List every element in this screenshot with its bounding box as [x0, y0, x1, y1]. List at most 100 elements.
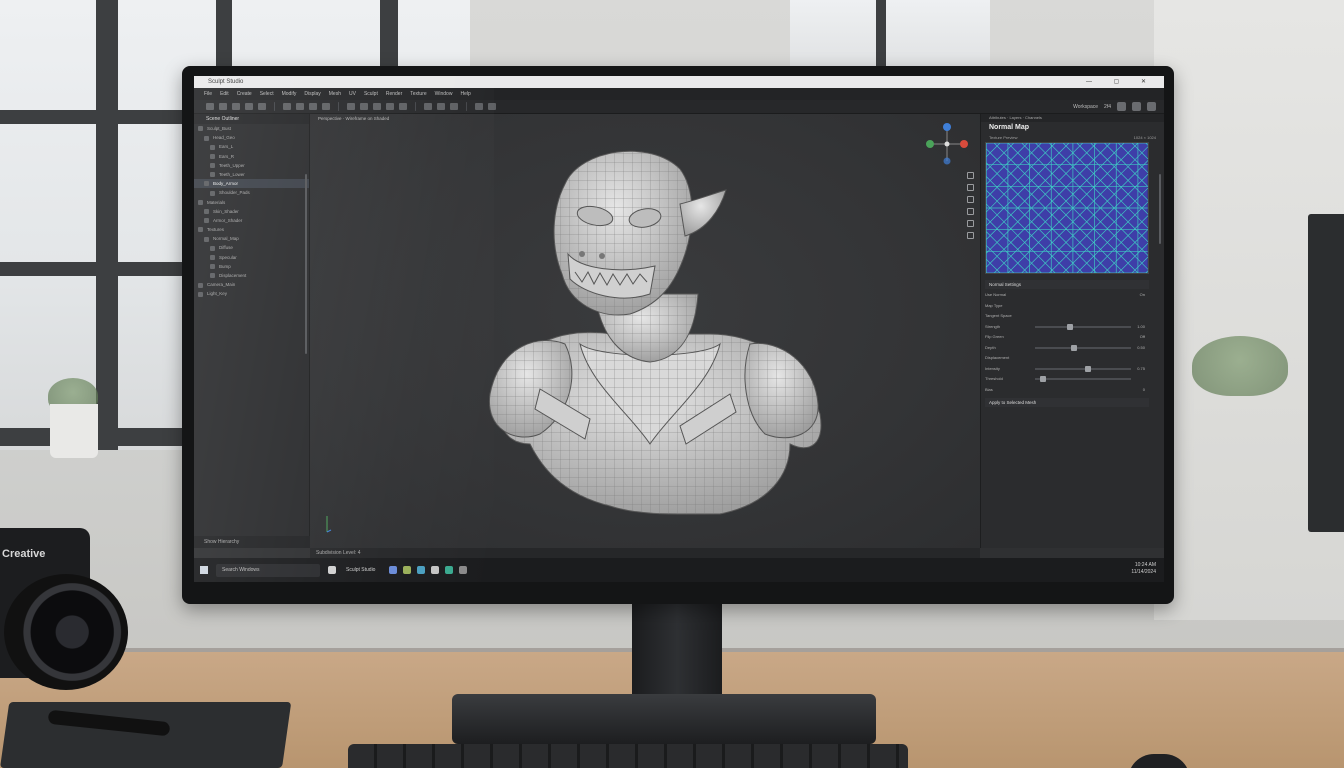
outliner-item[interactable]: Diffuse — [194, 243, 309, 252]
menu-item-select[interactable]: Select — [260, 88, 274, 100]
3d-viewport[interactable]: Perspective · Wireframe on Shaded — [310, 114, 980, 548]
normal-settings-section[interactable]: Normal Settings — [985, 280, 1149, 289]
outliner-item[interactable]: Materials — [194, 198, 309, 207]
properties-scrollbar[interactable] — [1159, 174, 1161, 244]
normal-map-preview[interactable] — [985, 142, 1149, 274]
new-icon[interactable] — [206, 103, 214, 110]
outliner-item[interactable]: Camera_Main — [194, 280, 309, 289]
property-value[interactable]: 1.00 — [1137, 322, 1145, 331]
zoom-icon[interactable] — [967, 172, 974, 179]
apply-button[interactable]: Apply to Selected Mesh — [985, 398, 1149, 407]
inflate-icon[interactable] — [373, 103, 381, 110]
slider-handle[interactable] — [1071, 344, 1077, 351]
orbit-icon[interactable] — [967, 184, 974, 191]
brush-icon[interactable] — [347, 103, 355, 110]
start-icon[interactable] — [200, 566, 208, 574]
save-icon[interactable] — [232, 103, 240, 110]
sculpt-bust-model[interactable] — [470, 144, 830, 524]
outliner-footer[interactable]: Show Hierarchy — [194, 536, 310, 548]
property-row[interactable]: Flip Green Off — [985, 332, 1149, 341]
app-files-icon[interactable] — [403, 566, 412, 574]
redo-icon[interactable] — [258, 103, 266, 110]
outliner-item[interactable]: Textures — [194, 225, 309, 234]
outliner-item[interactable]: Skin_Shader — [194, 207, 309, 216]
outliner-item[interactable]: Head_Geo — [194, 133, 309, 142]
outliner-item[interactable]: Sculpt_Bust — [194, 124, 309, 133]
render-icon[interactable] — [475, 103, 483, 110]
workspace-label[interactable]: Workspace — [1073, 104, 1098, 110]
scale-icon[interactable] — [322, 103, 330, 110]
menu-item-uv[interactable]: UV — [349, 88, 356, 100]
menu-item-modify[interactable]: Modify — [282, 88, 297, 100]
clay-icon[interactable] — [399, 103, 407, 110]
properties-tabs[interactable]: Attributes · Layers · Channels — [981, 114, 1164, 122]
property-row[interactable]: Threshold — [985, 374, 1149, 383]
system-tray[interactable]: 10:24 AM 11/14/2024 — [1131, 562, 1156, 576]
menu-item-render[interactable]: Render — [386, 88, 402, 100]
outliner-item[interactable]: Shoulder_Pads — [194, 188, 309, 197]
outliner-item[interactable]: Teeth_Lower — [194, 170, 309, 179]
outliner-item[interactable]: Normal_Map — [194, 234, 309, 243]
camera-icon[interactable] — [967, 232, 974, 239]
menu-item-display[interactable]: Display — [304, 88, 320, 100]
menu-item-help[interactable]: Help — [460, 88, 470, 100]
outliner-scrollbar[interactable] — [305, 174, 307, 354]
property-slider[interactable] — [1035, 344, 1131, 351]
menu-item-file[interactable]: File — [204, 88, 212, 100]
outliner-item[interactable]: Armor_Shader — [194, 216, 309, 225]
property-row[interactable]: Depth 0.50 — [985, 343, 1149, 352]
pinch-icon[interactable] — [386, 103, 394, 110]
app-terminal-icon[interactable] — [445, 566, 454, 574]
menu-item-texture[interactable]: Texture — [410, 88, 426, 100]
property-row[interactable]: Strength 1.00 — [985, 322, 1149, 331]
taskbar-search[interactable]: Search Windows — [216, 563, 320, 577]
outliner-item[interactable]: Teeth_Upper — [194, 161, 309, 170]
mask-icon[interactable] — [424, 103, 432, 110]
smooth-icon[interactable] — [360, 103, 368, 110]
window-controls[interactable]: — ▢ ✕ — [1086, 76, 1156, 88]
menu-item-window[interactable]: Window — [435, 88, 453, 100]
property-row[interactable]: Tangent Space — [985, 311, 1149, 320]
app-settings-icon[interactable] — [459, 566, 468, 574]
property-value[interactable]: 0.75 — [1137, 364, 1145, 373]
app-mail-icon[interactable] — [417, 566, 426, 574]
open-icon[interactable] — [219, 103, 227, 110]
frame-icon[interactable] — [967, 208, 974, 215]
settings-icon[interactable] — [1117, 102, 1126, 111]
snap-icon[interactable] — [450, 103, 458, 110]
outliner-item[interactable]: Ears_L — [194, 142, 309, 151]
property-value[interactable]: Off — [1140, 332, 1145, 341]
slider-handle[interactable] — [1039, 376, 1046, 382]
menu-item-sculpt[interactable]: Sculpt — [364, 88, 378, 100]
outliner-item[interactable]: Light_Key — [194, 289, 309, 298]
rotate-icon[interactable] — [309, 103, 317, 110]
property-value[interactable]: On — [1140, 290, 1145, 299]
select-icon[interactable] — [283, 103, 291, 110]
menu-item-edit[interactable]: Edit — [220, 88, 229, 100]
app-sculpt-icon[interactable] — [328, 566, 336, 574]
outliner-item[interactable]: Displacement — [194, 271, 309, 280]
camera-icon[interactable] — [488, 103, 496, 110]
pan-icon[interactable] — [967, 196, 974, 203]
outliner-item[interactable]: Ears_R — [194, 152, 309, 161]
app-browser-icon[interactable] — [389, 566, 398, 574]
property-row[interactable]: Map Type — [985, 301, 1149, 310]
outliner-item[interactable]: Body_Armor — [194, 179, 309, 189]
slider-handle[interactable] — [1066, 323, 1073, 330]
property-slider[interactable] — [1035, 365, 1131, 372]
outliner-item[interactable]: Bump — [194, 262, 309, 271]
undo-icon[interactable] — [245, 103, 253, 110]
taskbar-app-label[interactable]: Sculpt Studio — [346, 567, 375, 573]
menu-item-mesh[interactable]: Mesh — [329, 88, 341, 100]
slider-handle[interactable] — [1084, 365, 1091, 372]
outliner-item[interactable]: Specular — [194, 253, 309, 262]
property-row[interactable]: Use Normal On — [985, 290, 1149, 299]
app-store-icon[interactable] — [431, 566, 440, 574]
move-icon[interactable] — [296, 103, 304, 110]
grid-icon[interactable] — [967, 220, 974, 227]
symmetry-icon[interactable] — [437, 103, 445, 110]
property-value[interactable]: 0 — [1143, 385, 1145, 394]
user-icon[interactable] — [1132, 102, 1141, 111]
property-row[interactable]: Bias 0 — [985, 385, 1149, 394]
orientation-gizmo-icon[interactable] — [924, 122, 970, 166]
